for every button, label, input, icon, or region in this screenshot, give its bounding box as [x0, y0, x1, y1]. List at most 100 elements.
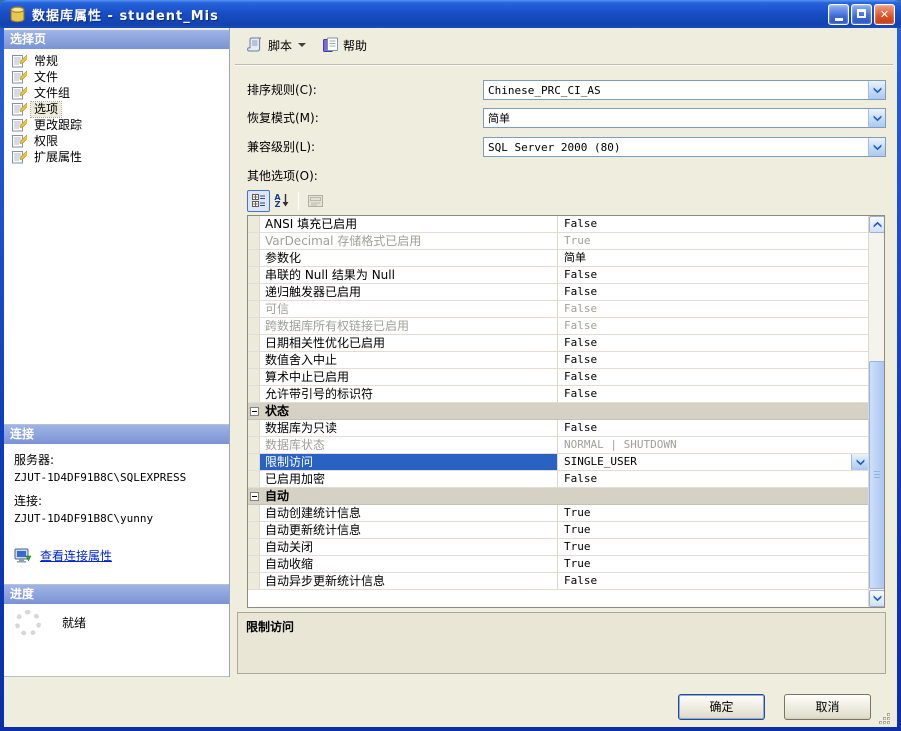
minimize-button[interactable]	[828, 4, 849, 25]
scroll-up-button[interactable]	[869, 216, 885, 233]
row-gutter	[248, 216, 260, 232]
maximize-button[interactable]	[851, 4, 872, 25]
row-gutter	[248, 301, 260, 317]
row-gutter	[248, 505, 260, 521]
collapse-icon[interactable]	[248, 488, 260, 504]
property-value[interactable]: False	[558, 318, 868, 334]
recovery-model-combobox[interactable]: 简单	[483, 108, 886, 128]
vertical-scrollbar[interactable]	[868, 216, 884, 607]
computer-icon	[14, 548, 32, 564]
sidebar-item-文件组[interactable]: 文件组	[4, 85, 229, 101]
property-value[interactable]: 简单	[558, 250, 868, 266]
property-value[interactable]: NORMAL | SHUTDOWN	[558, 437, 868, 453]
close-button[interactable]: ✕	[874, 4, 895, 25]
property-description-panel: 限制访问	[237, 612, 886, 674]
property-name[interactable]: 可信	[260, 301, 558, 317]
property-name[interactable]: 自动异步更新统计信息	[260, 573, 558, 589]
grid-category-row[interactable]: 自动	[248, 488, 868, 505]
sidebar-item-文件[interactable]: 文件	[4, 69, 229, 85]
categorized-button[interactable]	[247, 190, 270, 212]
grid-category-row[interactable]: 状态	[248, 403, 868, 420]
sidebar-item-常规[interactable]: 常规	[4, 53, 229, 69]
recovery-model-value: 简单	[484, 110, 868, 126]
pages-list: 常规文件文件组选项更改跟踪权限扩展属性	[4, 49, 229, 425]
property-value[interactable]: True	[558, 539, 868, 555]
property-name[interactable]: 限制访问	[260, 454, 558, 470]
property-value[interactable]: SINGLE_USER	[558, 454, 868, 470]
property-name[interactable]: 数据库状态	[260, 437, 558, 453]
property-value[interactable]: True	[558, 505, 868, 521]
property-value[interactable]: False	[558, 216, 868, 232]
property-name[interactable]: 自动收缩	[260, 556, 558, 572]
property-value[interactable]: False	[558, 369, 868, 385]
property-name[interactable]: 跨数据库所有权链接已启用	[260, 318, 558, 334]
page-edit-icon	[12, 118, 28, 132]
property-name[interactable]: 串联的 Null 结果为 Null	[260, 267, 558, 283]
connection-header: 连接	[4, 425, 229, 444]
collation-value: Chinese_PRC_CI_AS	[484, 84, 868, 97]
alphabetical-sort-button[interactable]: AZ	[270, 190, 293, 212]
scroll-down-button[interactable]	[869, 590, 885, 607]
resize-grip[interactable]	[877, 711, 891, 725]
property-value[interactable]: False	[558, 284, 868, 300]
titlebar: 数据库属性 - student_Mis ✕	[0, 0, 901, 28]
sidebar-item-权限[interactable]: 权限	[4, 133, 229, 149]
property-value[interactable]: False	[558, 420, 868, 436]
property-value[interactable]: False	[558, 573, 868, 589]
grid-row: 自动更新统计信息True	[248, 522, 868, 539]
chevron-down-icon	[298, 43, 306, 47]
grid-row: 参数化简单	[248, 250, 868, 267]
sidebar-item-更改跟踪[interactable]: 更改跟踪	[4, 117, 229, 133]
compatibility-level-value: SQL Server 2000 (80)	[484, 141, 868, 154]
script-button[interactable]: 脚本	[240, 33, 312, 58]
property-value[interactable]: True	[558, 233, 868, 249]
collapse-icon[interactable]	[248, 403, 260, 419]
compatibility-level-label: 兼容级别(L):	[247, 137, 315, 157]
property-value[interactable]: False	[558, 386, 868, 402]
compatibility-level-combobox[interactable]: SQL Server 2000 (80)	[483, 137, 886, 157]
property-name[interactable]: 允许带引号的标识符	[260, 386, 558, 402]
page-edit-icon	[12, 102, 28, 116]
row-gutter	[248, 573, 260, 589]
help-button[interactable]: 帮助	[316, 33, 373, 58]
ok-button[interactable]: 确定	[678, 694, 765, 720]
property-value[interactable]: True	[558, 522, 868, 538]
property-name[interactable]: 日期相关性优化已启用	[260, 335, 558, 351]
property-name[interactable]: VarDecimal 存储格式已启用	[260, 233, 558, 249]
other-options-label: 其他选项(O):	[247, 166, 318, 186]
property-name[interactable]: 数据库为只读	[260, 420, 558, 436]
property-name[interactable]: 递归触发器已启用	[260, 284, 558, 300]
chevron-down-icon[interactable]	[851, 454, 868, 470]
chevron-down-icon[interactable]	[868, 81, 885, 99]
property-name[interactable]: 自动关闭	[260, 539, 558, 555]
property-name[interactable]: 自动更新统计信息	[260, 522, 558, 538]
scrollbar-thumb[interactable]	[869, 361, 885, 589]
property-value[interactable]: False	[558, 471, 868, 487]
property-name[interactable]: ANSI 填充已启用	[260, 216, 558, 232]
cancel-button[interactable]: 取消	[784, 694, 871, 720]
row-gutter	[248, 420, 260, 436]
grid-row: 数值舍入中止False	[248, 352, 868, 369]
view-connection-properties-link[interactable]: 查看连接属性	[40, 547, 112, 564]
sidebar-item-选项[interactable]: 选项	[4, 101, 229, 117]
grid-row: ANSI 填充已启用False	[248, 216, 868, 233]
collation-combobox[interactable]: Chinese_PRC_CI_AS	[483, 80, 886, 100]
help-book-icon	[322, 37, 339, 53]
property-name[interactable]: 参数化	[260, 250, 558, 266]
property-value[interactable]: False	[558, 301, 868, 317]
property-value[interactable]: False	[558, 335, 868, 351]
property-name[interactable]: 数值舍入中止	[260, 352, 558, 368]
property-value[interactable]: True	[558, 556, 868, 572]
sidebar-item-扩展属性[interactable]: 扩展属性	[4, 149, 229, 165]
progress-header: 进度	[4, 585, 229, 604]
property-name[interactable]: 已启用加密	[260, 471, 558, 487]
dialog-body: 选择页 常规文件文件组选项更改跟踪权限扩展属性 连接 服务器: ZJUT-1D4…	[4, 28, 897, 727]
page-edit-icon	[12, 134, 28, 148]
chevron-down-icon[interactable]	[868, 109, 885, 127]
row-gutter	[248, 454, 260, 470]
property-value[interactable]: False	[558, 352, 868, 368]
property-name[interactable]: 算术中止已启用	[260, 369, 558, 385]
chevron-down-icon[interactable]	[868, 138, 885, 156]
property-name[interactable]: 自动创建统计信息	[260, 505, 558, 521]
property-value[interactable]: False	[558, 267, 868, 283]
